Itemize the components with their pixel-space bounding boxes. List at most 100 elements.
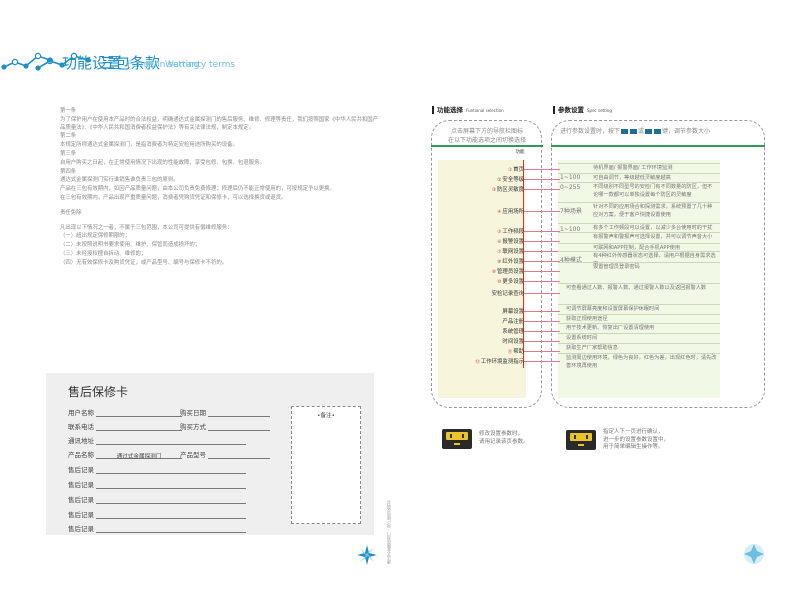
connector-line — [524, 331, 560, 332]
menu-label: 帮助 — [513, 349, 524, 355]
warranty-paragraph: 第四条 — [60, 168, 77, 175]
menu-number: ⑧ — [497, 260, 502, 265]
param-description: 获取生产厂家帮助信息 — [566, 345, 618, 351]
menu-item[interactable]: 系统管理 — [440, 327, 526, 335]
menu-item[interactable]: ⑧红外设置 — [440, 257, 526, 265]
row-divider — [558, 323, 720, 324]
row-divider — [558, 314, 720, 315]
menu-item[interactable]: ⑤工作频段 — [440, 227, 526, 235]
menu-number: ⑤ — [497, 230, 502, 235]
row-divider — [558, 304, 720, 305]
param-description: 设置系统时间 — [566, 335, 598, 341]
connector-line — [524, 231, 560, 232]
product-name-field[interactable]: 通过式金属探测门 — [96, 452, 182, 460]
menu-item[interactable]: ⑫工作环境监测指示 — [440, 357, 526, 365]
molecule-logo-icon — [1, 52, 53, 70]
param-setting-label: 参数设置 Spec setting — [553, 104, 612, 114]
warranty-paragraph: 在三包有效期内，产品出现严重质量问题，消费者凭购货凭证和保修卡，可以选择换货或退… — [60, 194, 287, 201]
connector-line — [524, 189, 560, 190]
address-field[interactable] — [96, 438, 246, 445]
connector-line — [524, 341, 560, 342]
spine-text: 通达式金属探测门 · 用户使用说明书 — [386, 500, 391, 564]
row-divider — [558, 223, 720, 224]
connector-line — [524, 179, 560, 180]
row-divider — [558, 262, 720, 263]
menu-label: 安全等级 — [502, 177, 524, 183]
param-green-bar — [551, 145, 765, 147]
param-description: 获取正规使用途径 — [566, 316, 608, 322]
menu-label: 红外设置 — [502, 259, 524, 265]
buy-method-field[interactable] — [208, 424, 270, 431]
user-name-field[interactable] — [96, 410, 182, 417]
param-description: 监测周边使用环境，绿色为良好，红色为差，出现红色时，请先改善环境再使用 — [566, 355, 717, 369]
menu-item[interactable]: ⑥报警设置 — [440, 237, 526, 245]
menu-label: 报警设置 — [502, 239, 524, 245]
buy-date-field[interactable] — [208, 410, 270, 417]
right-key-icon — [654, 129, 662, 134]
function-select-label: 功能选择 Funtional selection — [432, 104, 504, 114]
function-intro: 点击屏幕下方的导航栏图标 在以下功能选项之间切换选择 — [447, 128, 526, 144]
function-column-head: 功能 — [515, 150, 525, 155]
menu-number: ⑥ — [497, 240, 502, 245]
menu-label: 系统管理 — [502, 329, 524, 335]
menu-item[interactable]: ⑪帮助 — [440, 347, 526, 355]
note-box[interactable]: •备注• — [291, 406, 361, 524]
address-row: 通讯地址 — [68, 435, 246, 445]
menu-item[interactable]: ⑦联网设置 — [440, 247, 526, 255]
row-divider — [558, 343, 720, 344]
menu-item[interactable]: ④应用场所 — [440, 207, 526, 215]
param-description: 有多个工作频段可以设置，以减少多台使用时的干扰 — [593, 225, 713, 231]
menu-item[interactable]: ⑩更多设置 — [440, 277, 526, 285]
connector-line — [524, 169, 560, 170]
legend-edit: 修改设置参数时， 请用记录该页参数。 — [442, 429, 529, 449]
warranty-paragraph: 第一条 — [60, 108, 77, 114]
menu-label: 产品注册 — [502, 319, 524, 325]
param-description: 针对不同的应用场合和探测需求，系统预置了几十种应对方案，便于客户快捷设置使用 — [593, 204, 713, 218]
connector-line — [524, 251, 560, 252]
menu-label: 管理员设置 — [497, 269, 524, 275]
keypad-icon — [442, 429, 472, 449]
buy-date-row: 购买日期 — [180, 407, 270, 417]
left-key-icon — [645, 129, 653, 134]
menu-item[interactable]: 安检记录查询 — [440, 289, 526, 297]
row-divider — [558, 232, 720, 233]
menu-label: 应用场所 — [502, 209, 524, 215]
service-record-row: 售后记录 — [68, 479, 246, 489]
menu-label: 工作频段 — [502, 229, 524, 235]
heading-en: Function setting — [127, 60, 200, 70]
menu-label: 防区灵敏度 — [497, 187, 524, 193]
menu-item[interactable]: ①首页 — [440, 165, 526, 173]
warranty-paragraph: （二）未按照说明书要求使用、维护、保管而造成损坏的； — [60, 242, 201, 249]
function-green-bar — [431, 145, 543, 147]
menu-number: ② — [497, 178, 502, 183]
warranty-paragraph: 第二条 — [60, 133, 77, 140]
menu-item[interactable]: ⑨管理员设置 — [440, 267, 526, 275]
service-record-row: 售后记录 — [68, 523, 246, 533]
connector-line — [524, 311, 560, 312]
menu-item[interactable]: 产品注册 — [440, 317, 526, 325]
menu-item[interactable]: ②安全等级 — [440, 175, 526, 183]
param-description: 不同级别不同型号的安检门有不同数量的防区，但不论哪一款都可以单独设置每个防区的灵… — [593, 184, 713, 198]
burst-logo-icon — [744, 544, 764, 564]
row-divider — [558, 333, 720, 334]
legend-confirm: 指定人下一页进行确认， 进一步的设置参数设置中， 用于简单编辑生操作等。 — [566, 429, 669, 452]
connector-line — [524, 281, 560, 282]
service-record-row: 售后记录 — [68, 494, 246, 504]
param-description: 可调节屏幕亮度和设置屏幕保护休眠时间 — [566, 306, 660, 312]
contact-field[interactable] — [96, 424, 182, 431]
connector-line — [524, 321, 560, 322]
service-record-row: 售后记录 — [68, 464, 246, 474]
left-page: 三包条款 Warranty terms 第一条 为了保护用户在使用本产品时的合法… — [0, 0, 400, 589]
menu-item[interactable]: ③防区灵敏度 — [440, 185, 526, 193]
warranty-paragraph: 自用户购买之日起，在正常使用情况下出现的性能故障，享受包修、包换、包退服务。 — [60, 159, 265, 166]
row-divider — [558, 163, 720, 164]
menu-item[interactable]: 时间设置 — [440, 337, 526, 345]
menu-item[interactable]: 屏幕设置 — [440, 307, 526, 315]
warranty-paragraph: 本规定所称通达式金属探测门，是指消费者为特定安检用途所购买的设备。 — [60, 142, 238, 149]
param-description: 用于技术更新、恢复出厂设置清理使用 — [566, 325, 655, 331]
warranty-card: 售后保修卡 用户名称 购买日期 联系电话 购买方式 通讯地址 产品名称 通过式金属… — [46, 373, 374, 535]
product-model-field[interactable] — [208, 452, 270, 459]
connector-line — [524, 261, 560, 262]
connector-line — [524, 211, 560, 212]
contact-row: 联系电话 — [68, 421, 182, 431]
